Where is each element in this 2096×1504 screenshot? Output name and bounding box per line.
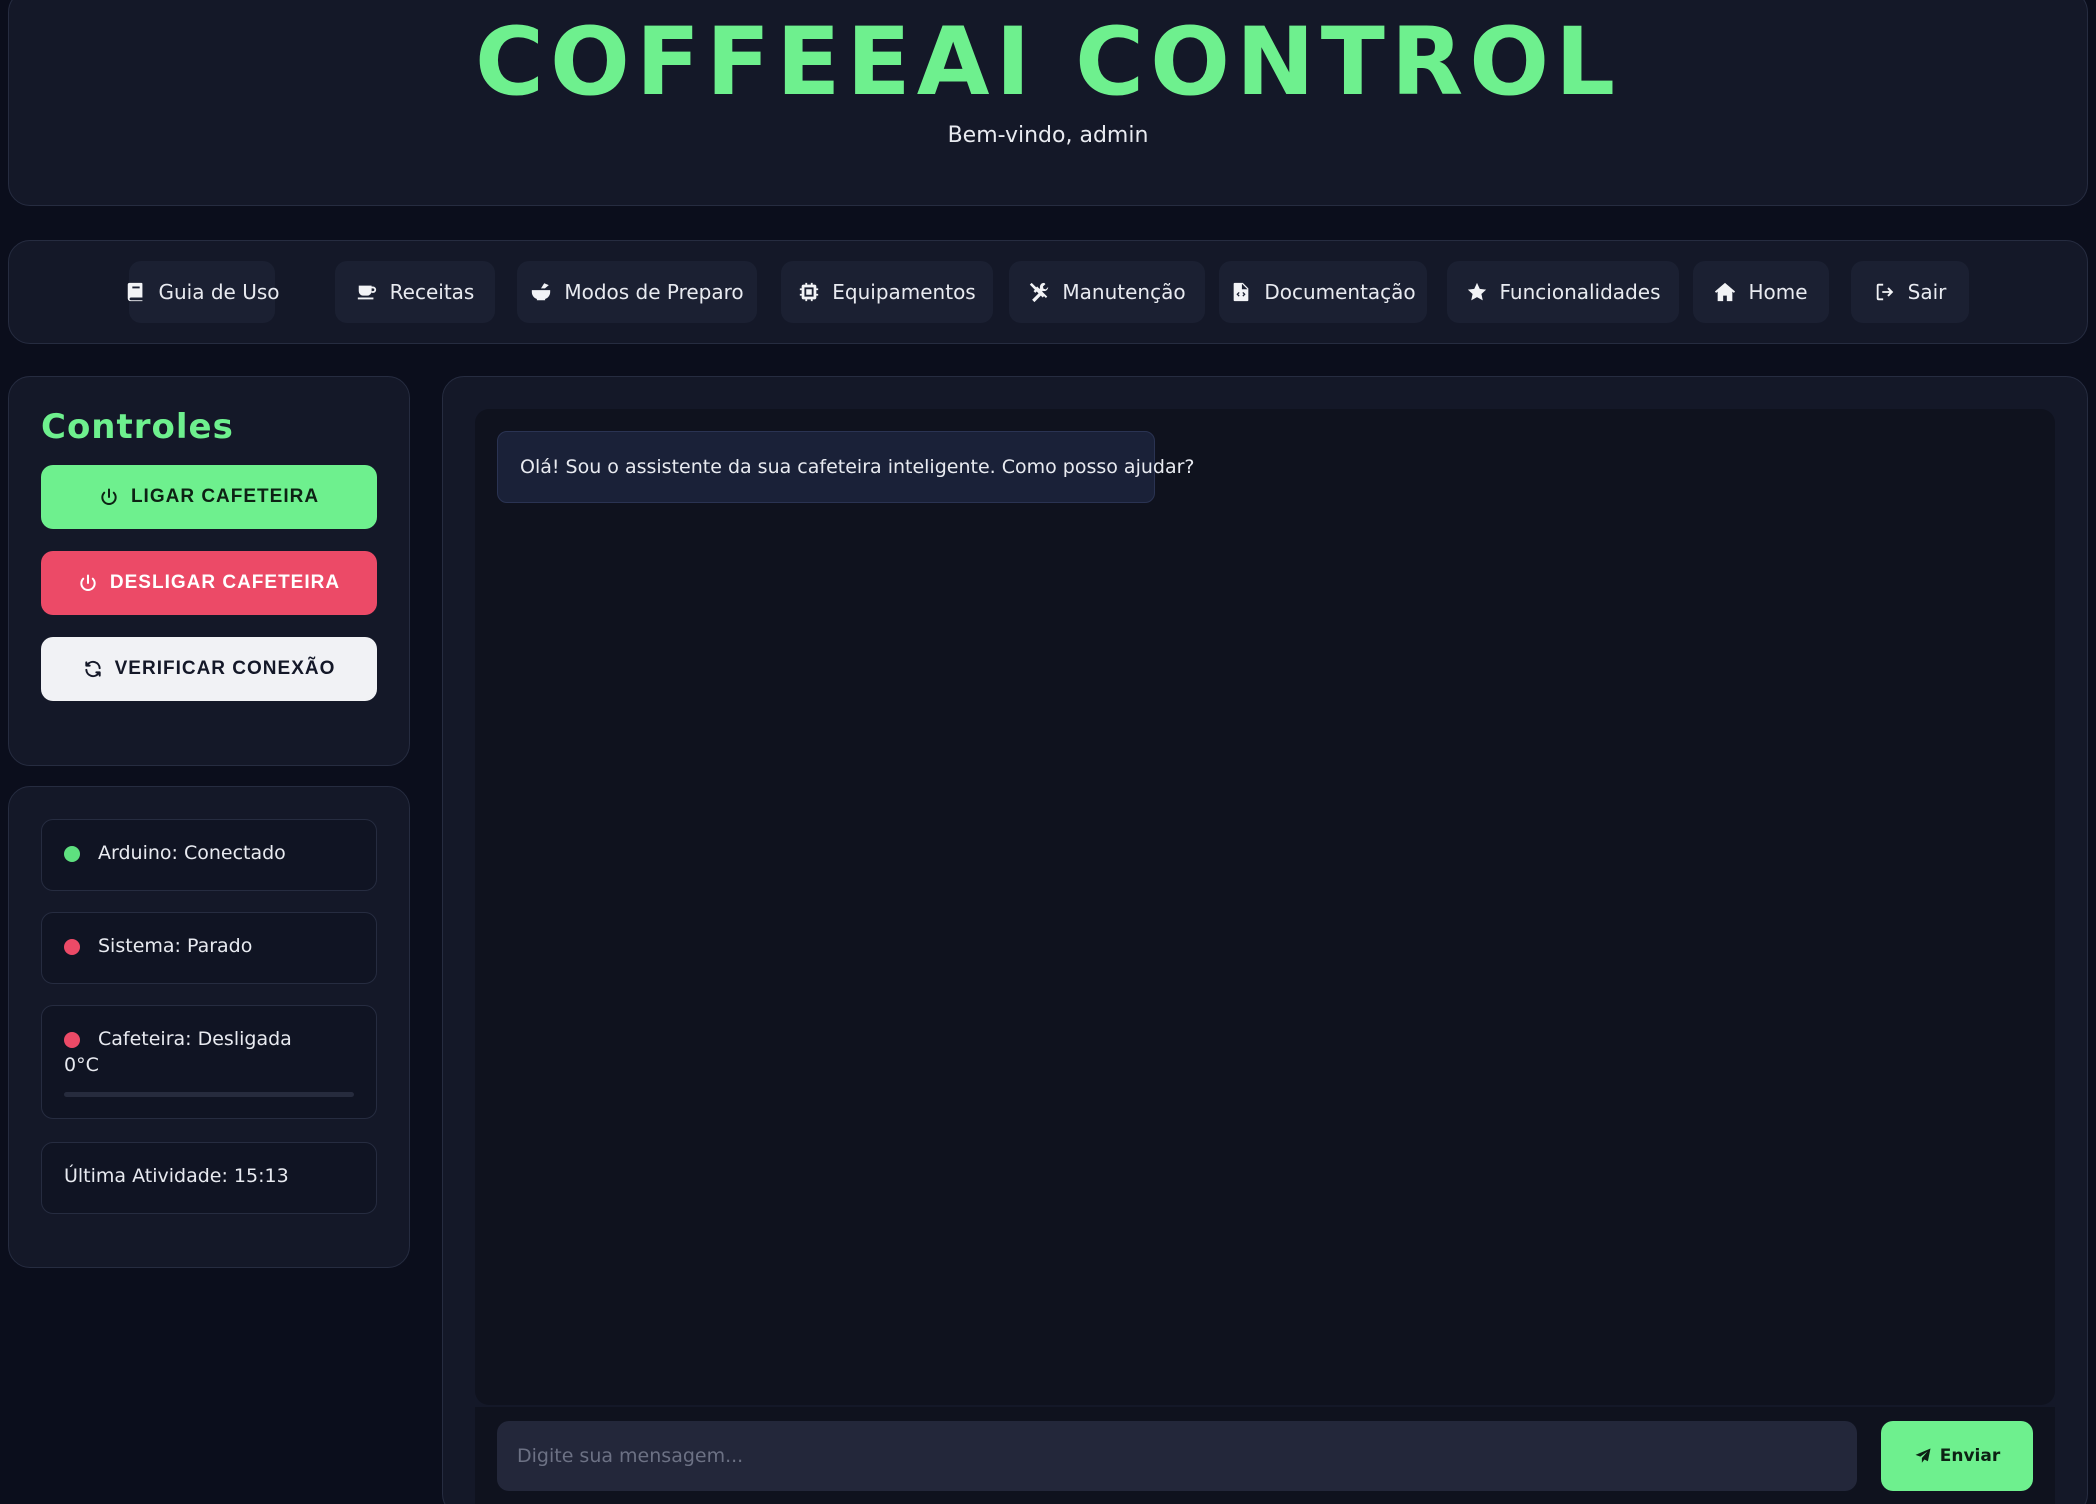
system-status-text: Sistema: Parado — [98, 935, 253, 957]
nav-label: Guia de Uso — [158, 280, 280, 304]
status-panel: Arduino: Conectado Sistema: Parado Cafet… — [8, 786, 410, 1268]
nav-funcionalidades[interactable]: Funcionalidades — [1447, 261, 1679, 323]
tools-icon — [1030, 282, 1049, 303]
welcome-message: Bem-vindo, admin — [947, 123, 1149, 148]
nav-sair[interactable]: Sair — [1851, 261, 1969, 323]
nav-modos-de-preparo[interactable]: Modos de Preparo — [517, 261, 757, 323]
coffee-maker-status-text: Cafeteira: Desligada — [98, 1028, 292, 1050]
controls-title: Controles — [41, 407, 234, 447]
arduino-status-text: Arduino: Conectado — [98, 842, 286, 864]
message-input[interactable] — [497, 1421, 1857, 1491]
last-activity: Última Atividade: 15:13 — [41, 1142, 377, 1214]
system-status: Sistema: Parado — [41, 912, 377, 984]
coffee-maker-status: Cafeteira: Desligada 0°C — [41, 1005, 377, 1119]
chat-messages: Olá! Sou o assistente da sua cafeteira i… — [475, 409, 2055, 1405]
app-header: COFFEEAI CONTROL Bem-vindo, admin — [8, 0, 2088, 206]
chat-input-bar: Enviar — [475, 1407, 2055, 1504]
turn-on-button[interactable]: LIGAR CAFETEIRA — [41, 465, 377, 529]
star-icon — [1467, 282, 1486, 301]
nav-label: Documentação — [1264, 280, 1416, 304]
main-nav: Guia de Uso Receitas Modos de Preparo Eq… — [8, 240, 2088, 344]
nav-label: Sair — [1907, 280, 1947, 304]
sign-out-icon — [1876, 283, 1893, 301]
app-root: COFFEEAI CONTROL Bem-vindo, admin Guia d… — [0, 0, 2096, 1504]
nav-documentacao[interactable]: Documentação — [1219, 261, 1427, 323]
arduino-status: Arduino: Conectado — [41, 819, 377, 891]
nav-equipamentos[interactable]: Equipamentos — [781, 261, 993, 323]
power-icon — [80, 574, 96, 591]
temperature-readout: 0°C — [64, 1054, 99, 1076]
nav-label: Equipamentos — [832, 280, 976, 304]
temperature-bar — [64, 1092, 354, 1097]
nav-label: Manutenção — [1062, 280, 1186, 304]
status-indicator — [64, 1032, 80, 1048]
check-connection-button[interactable]: VERIFICAR CONEXÃO — [41, 637, 377, 701]
home-icon — [1715, 282, 1736, 302]
power-icon — [101, 488, 117, 505]
turn-off-button[interactable]: DESLIGAR CAFETEIRA — [41, 551, 377, 615]
file-code-icon — [1233, 282, 1249, 302]
app-title: COFFEEAI CONTROL — [474, 8, 1622, 117]
check-connection-label: VERIFICAR CONEXÃO — [114, 658, 336, 679]
nav-label: Home — [1748, 280, 1808, 304]
nav-home[interactable]: Home — [1693, 261, 1829, 323]
book-icon — [127, 282, 142, 302]
nav-label: Modos de Preparo — [564, 280, 744, 304]
coffee-cup-icon — [357, 285, 376, 300]
nav-label: Receitas — [389, 280, 475, 304]
nav-receitas[interactable]: Receitas — [335, 261, 495, 323]
mortar-pestle-icon — [532, 283, 551, 301]
status-indicator — [64, 939, 80, 955]
turn-on-label: LIGAR CAFETEIRA — [130, 486, 320, 507]
controls-panel: Controles LIGAR CAFETEIRA DESLIGAR CAFET… — [8, 376, 410, 766]
paper-plane-icon — [1915, 1448, 1931, 1463]
last-activity-text: Última Atividade: 15:13 — [64, 1165, 289, 1187]
assistant-message: Olá! Sou o assistente da sua cafeteira i… — [497, 431, 1195, 503]
turn-off-label: DESLIGAR CAFETEIRA — [109, 572, 341, 593]
microchip-icon — [800, 282, 819, 302]
status-indicator — [64, 846, 80, 862]
refresh-icon — [84, 660, 101, 678]
nav-label: Funcionalidades — [1499, 280, 1661, 304]
chat-panel: Olá! Sou o assistente da sua cafeteira i… — [442, 376, 2088, 1504]
send-button[interactable]: Enviar — [1881, 1421, 2033, 1491]
send-label: Enviar — [1939, 1446, 2001, 1466]
nav-manutencao[interactable]: Manutenção — [1009, 261, 1205, 323]
nav-guia-de-uso[interactable]: Guia de Uso — [127, 261, 280, 323]
